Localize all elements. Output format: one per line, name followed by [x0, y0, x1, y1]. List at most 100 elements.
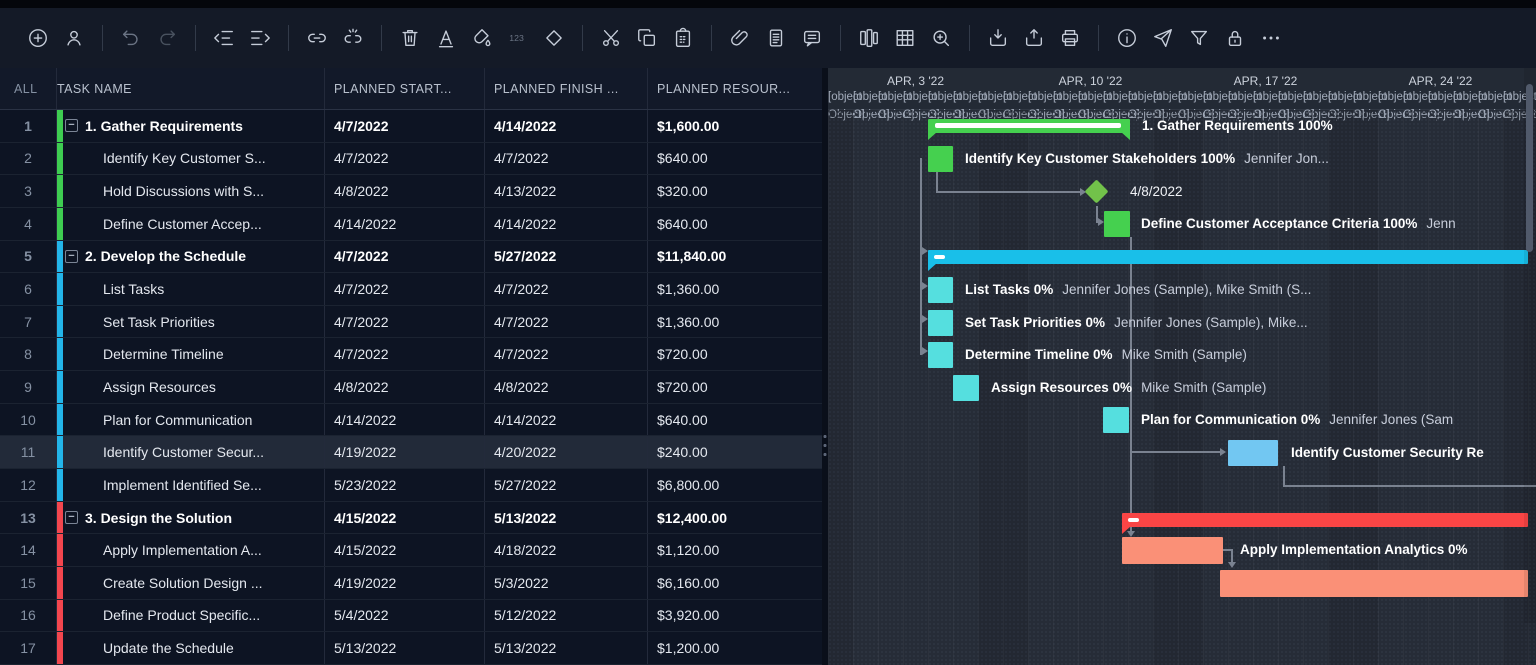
- toolbar-button[interactable]: [536, 20, 572, 56]
- row-number[interactable]: 9: [0, 371, 57, 403]
- task-name-cell[interactable]: − List Tasks: [57, 273, 325, 305]
- planned-start-cell[interactable]: 4/7/2022: [325, 241, 485, 273]
- task-name-cell[interactable]: − Plan for Communication: [57, 404, 325, 436]
- table-row[interactable]: 16 − Define Product Specific... 5/4/2022…: [0, 600, 822, 633]
- planned-finish-cell[interactable]: 4/7/2022: [485, 338, 648, 370]
- task-name-cell[interactable]: − Define Product Specific...: [57, 600, 325, 632]
- header-task-name[interactable]: TASK NAME: [57, 68, 325, 109]
- header-planned-finish[interactable]: PLANNED FINISH ...: [485, 68, 648, 109]
- table-row[interactable]: 2 − Identify Key Customer S... 4/7/2022 …: [0, 143, 822, 176]
- row-number[interactable]: 14: [0, 534, 57, 566]
- header-all[interactable]: ALL: [0, 68, 57, 109]
- toolbar-button[interactable]: [794, 20, 830, 56]
- planned-start-cell[interactable]: 4/14/2022: [325, 208, 485, 240]
- planned-start-cell[interactable]: 5/13/2022: [325, 632, 485, 664]
- toolbar-button[interactable]: 123: [500, 20, 536, 56]
- planned-start-cell[interactable]: 4/7/2022: [325, 110, 485, 142]
- table-row[interactable]: 10 − Plan for Communication 4/14/2022 4/…: [0, 404, 822, 437]
- planned-finish-cell[interactable]: 4/20/2022: [485, 436, 648, 468]
- gantt-scrollbar-thumb[interactable]: [1526, 84, 1533, 252]
- toolbar-button[interactable]: [242, 20, 278, 56]
- table-row[interactable]: 17 − Update the Schedule 5/13/2022 5/13/…: [0, 632, 822, 665]
- task-name-cell[interactable]: − 1. Gather Requirements: [57, 110, 325, 142]
- gantt-bar[interactable]: [1122, 513, 1528, 527]
- planned-finish-cell[interactable]: 4/8/2022: [485, 371, 648, 403]
- toolbar-button[interactable]: [1253, 20, 1289, 56]
- row-number[interactable]: 5: [0, 241, 57, 273]
- gantt-bar[interactable]: [1122, 537, 1223, 564]
- toolbar-button[interactable]: [665, 20, 701, 56]
- planned-start-cell[interactable]: 4/8/2022: [325, 175, 485, 207]
- toolbar-button[interactable]: [923, 20, 959, 56]
- toolbar-button[interactable]: [149, 20, 185, 56]
- task-name-cell[interactable]: − Update the Schedule: [57, 632, 325, 664]
- task-name-cell[interactable]: − Implement Identified Se...: [57, 469, 325, 501]
- toolbar-button[interactable]: [758, 20, 794, 56]
- row-number[interactable]: 11: [0, 436, 57, 468]
- table-row[interactable]: 13 − 3. Design the Solution 4/15/2022 5/…: [0, 502, 822, 535]
- task-name-cell[interactable]: − Create Solution Design ...: [57, 567, 325, 599]
- task-name-cell[interactable]: − Identify Key Customer S...: [57, 143, 325, 175]
- planned-finish-cell[interactable]: 5/12/2022: [485, 600, 648, 632]
- gantt-bar[interactable]: [928, 250, 1528, 264]
- row-number[interactable]: 8: [0, 338, 57, 370]
- planned-start-cell[interactable]: 4/8/2022: [325, 371, 485, 403]
- planned-start-cell[interactable]: 5/23/2022: [325, 469, 485, 501]
- gantt-bar[interactable]: [928, 342, 953, 368]
- toolbar-button[interactable]: [1181, 20, 1217, 56]
- planned-start-cell[interactable]: 4/19/2022: [325, 436, 485, 468]
- planned-start-cell[interactable]: 5/4/2022: [325, 600, 485, 632]
- toolbar-button[interactable]: [722, 20, 758, 56]
- toolbar-button[interactable]: [56, 20, 92, 56]
- row-number[interactable]: 16: [0, 600, 57, 632]
- gantt-bar[interactable]: [928, 277, 953, 303]
- planned-finish-cell[interactable]: 5/3/2022: [485, 567, 648, 599]
- planned-finish-cell[interactable]: 4/13/2022: [485, 175, 648, 207]
- toolbar-button[interactable]: [1109, 20, 1145, 56]
- toolbar-button[interactable]: [980, 20, 1016, 56]
- task-name-cell[interactable]: − Determine Timeline: [57, 338, 325, 370]
- toolbar-button[interactable]: [428, 20, 464, 56]
- planned-resources-cell[interactable]: $320.00: [648, 175, 822, 207]
- planned-finish-cell[interactable]: 4/7/2022: [485, 306, 648, 338]
- toolbar-button[interactable]: [20, 20, 56, 56]
- table-row[interactable]: 14 − Apply Implementation A... 4/15/2022…: [0, 534, 822, 567]
- toolbar-button[interactable]: [464, 20, 500, 56]
- table-row[interactable]: 15 − Create Solution Design ... 4/19/202…: [0, 567, 822, 600]
- planned-resources-cell[interactable]: $3,920.00: [648, 600, 822, 632]
- planned-resources-cell[interactable]: $6,160.00: [648, 567, 822, 599]
- task-name-cell[interactable]: − Define Customer Accep...: [57, 208, 325, 240]
- planned-start-cell[interactable]: 4/19/2022: [325, 567, 485, 599]
- gantt-bar[interactable]: [928, 146, 953, 172]
- task-name-cell[interactable]: − 2. Develop the Schedule: [57, 241, 325, 273]
- toolbar-button[interactable]: [392, 20, 428, 56]
- row-number[interactable]: 4: [0, 208, 57, 240]
- header-planned-resources[interactable]: PLANNED RESOUR...: [648, 68, 822, 109]
- gantt-bar[interactable]: [1220, 570, 1528, 597]
- table-row[interactable]: 7 − Set Task Priorities 4/7/2022 4/7/202…: [0, 306, 822, 339]
- toolbar-button[interactable]: [299, 20, 335, 56]
- planned-start-cell[interactable]: 4/7/2022: [325, 306, 485, 338]
- table-row[interactable]: 6 − List Tasks 4/7/2022 4/7/2022 $1,360.…: [0, 273, 822, 306]
- toolbar-button[interactable]: [593, 20, 629, 56]
- gantt-bar[interactable]: [928, 310, 953, 336]
- toolbar-button[interactable]: [335, 20, 371, 56]
- table-row[interactable]: 11 − Identify Customer Secur... 4/19/202…: [0, 436, 822, 469]
- toolbar-button[interactable]: [629, 20, 665, 56]
- planned-finish-cell[interactable]: 5/27/2022: [485, 241, 648, 273]
- table-row[interactable]: 9 − Assign Resources 4/8/2022 4/8/2022 $…: [0, 371, 822, 404]
- planned-finish-cell[interactable]: 5/13/2022: [485, 502, 648, 534]
- planned-resources-cell[interactable]: $640.00: [648, 143, 822, 175]
- collapse-toggle-icon[interactable]: −: [65, 250, 78, 263]
- task-name-cell[interactable]: − Assign Resources: [57, 371, 325, 403]
- toolbar-button[interactable]: [206, 20, 242, 56]
- table-row[interactable]: 1 − 1. Gather Requirements 4/7/2022 4/14…: [0, 110, 822, 143]
- planned-start-cell[interactable]: 4/7/2022: [325, 273, 485, 305]
- toolbar-button[interactable]: [887, 20, 923, 56]
- planned-finish-cell[interactable]: 4/7/2022: [485, 143, 648, 175]
- collapse-toggle-icon[interactable]: −: [65, 511, 78, 524]
- planned-resources-cell[interactable]: $1,360.00: [648, 273, 822, 305]
- planned-resources-cell[interactable]: $1,600.00: [648, 110, 822, 142]
- task-name-cell[interactable]: − Set Task Priorities: [57, 306, 325, 338]
- row-number[interactable]: 12: [0, 469, 57, 501]
